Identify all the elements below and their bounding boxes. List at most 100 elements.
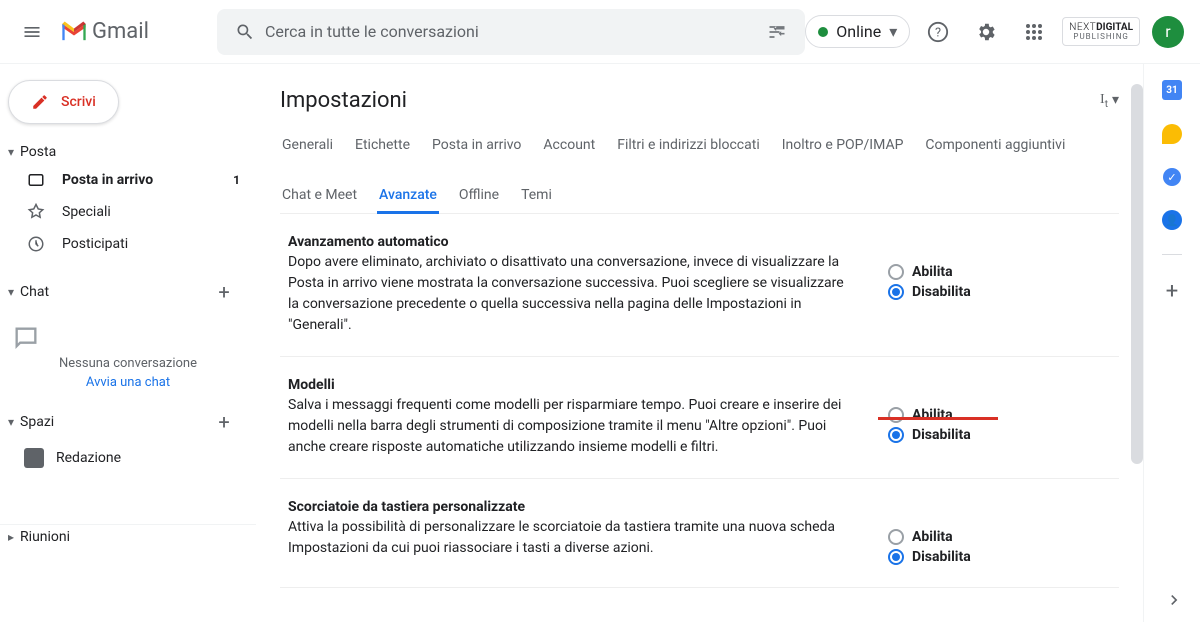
tasks-addon-button[interactable] (1163, 168, 1181, 186)
badge: 1 (233, 173, 240, 187)
nav-item-posticipati[interactable]: Posticipati (0, 228, 256, 260)
page-title: Impostazioni (280, 88, 407, 113)
tab-account[interactable]: Account (541, 129, 597, 161)
radio-icon (888, 549, 904, 565)
radio-icon (888, 427, 904, 443)
radio-enable[interactable]: Abilita (888, 262, 1068, 282)
radio-icon (888, 407, 904, 423)
setting-row: Scorciatoie da tastiera personalizzate A… (280, 479, 1119, 588)
radio-icon (888, 284, 904, 300)
input-tools-icon: It (1100, 92, 1108, 110)
search-bar[interactable] (217, 9, 805, 55)
hamburger-icon (22, 22, 42, 42)
radio-enable[interactable]: Abilita (888, 527, 1068, 547)
tab-temi[interactable]: Temi (519, 179, 554, 213)
apps-icon (1025, 23, 1043, 41)
mail-section-header[interactable]: ▾ Posta (0, 140, 256, 164)
search-options-button[interactable] (757, 22, 797, 42)
space-label: Redazione (56, 450, 121, 466)
status-selector[interactable]: Online ▾ (805, 15, 910, 48)
tab-posta-in-arrivo[interactable]: Posta in arrivo (430, 129, 523, 161)
radio-disable[interactable]: Disabilita (888, 547, 1068, 567)
chat-section-header[interactable]: ▾ Chat + (0, 272, 256, 312)
tab-etichette[interactable]: Etichette (353, 129, 412, 161)
setting-title: Modelli (288, 377, 848, 393)
apps-button[interactable] (1014, 12, 1054, 52)
setting-title: Avanzamento automatico (288, 234, 848, 250)
help-icon: ? (927, 21, 949, 43)
new-chat-button[interactable]: + (208, 276, 240, 308)
setting-options: Abilita Disabilita (888, 377, 1068, 458)
org-logo: NEXTDIGITAL PUBLISHING (1062, 17, 1140, 47)
settings-content: Impostazioni It ▾ Generali Etichette Posta… (256, 64, 1144, 622)
setting-row: Avanzamento automatico Dopo avere elimin… (280, 214, 1119, 357)
tab-filtri-e-indirizzi-bloccati[interactable]: Filtri e indirizzi bloccati (615, 129, 762, 161)
search-icon[interactable] (225, 22, 265, 42)
nav-item-posta-in-arrivo[interactable]: Posta in arrivo 1 (0, 164, 256, 196)
compose-button[interactable]: Scrivi (8, 80, 119, 124)
nav-label: Posticipati (62, 236, 128, 252)
chevron-right-icon (1164, 590, 1184, 610)
settings-button[interactable] (966, 12, 1006, 52)
app-header: Gmail Online ▾ ? NEXTDIGITAL (0, 0, 1200, 64)
account-avatar[interactable]: r (1152, 16, 1184, 48)
search-input[interactable] (265, 22, 757, 41)
collapse-sidepanel-button[interactable] (1164, 590, 1184, 610)
main-menu-button[interactable] (8, 8, 56, 56)
contacts-addon-button[interactable] (1162, 210, 1182, 230)
chat-bubble-icon (12, 324, 244, 352)
chat-empty-state: Nessuna conversazione Avvia una chat (0, 312, 256, 402)
tab-generali[interactable]: Generali (280, 129, 335, 161)
tab-avanzate[interactable]: Avanzate (377, 179, 439, 214)
start-chat-link[interactable]: Avvia una chat (86, 375, 170, 390)
nav-label: Speciali (62, 204, 111, 220)
svg-text:?: ? (935, 25, 941, 40)
calendar-addon-button[interactable] (1162, 80, 1182, 100)
setting-options: Abilita Disabilita (888, 499, 1068, 567)
space-item[interactable]: Redazione (0, 442, 256, 474)
caret-right-icon: ▸ (8, 530, 14, 544)
radio-disable[interactable]: Disabilita (888, 282, 1068, 302)
keep-addon-button[interactable] (1162, 124, 1182, 144)
get-addons-button[interactable]: + (1166, 279, 1178, 304)
status-label: Online (836, 22, 881, 41)
caret-down-icon: ▾ (8, 415, 14, 429)
status-dot-icon (818, 27, 828, 37)
radio-disable[interactable]: Disabilita (888, 425, 1068, 445)
gmail-logo[interactable]: Gmail (56, 19, 157, 44)
gmail-icon (60, 21, 88, 43)
caret-down-icon: ▾ (8, 285, 14, 299)
setting-title: Scorciatoie da tastiera personalizzate (288, 499, 848, 515)
pencil-icon (31, 93, 49, 111)
compose-label: Scrivi (61, 94, 96, 110)
support-button[interactable]: ? (918, 12, 958, 52)
new-space-button[interactable]: + (208, 406, 240, 438)
nav-item-speciali[interactable]: Speciali (0, 196, 256, 228)
radio-icon (888, 264, 904, 280)
space-avatar-icon (24, 448, 44, 468)
meet-section-header[interactable]: ▸ Riunioni (0, 524, 256, 549)
radio-enable[interactable]: Abilita (888, 405, 1068, 425)
highlight-annotation (878, 417, 998, 420)
input-tools-button[interactable]: It ▾ (1100, 92, 1119, 110)
nav-label: Posta in arrivo (62, 172, 153, 188)
nav-icon (26, 202, 46, 222)
chevron-down-icon: ▾ (1112, 92, 1119, 108)
radio-icon (888, 529, 904, 545)
scrollbar[interactable] (1131, 84, 1143, 464)
spaces-section-header[interactable]: ▾ Spazi + (0, 402, 256, 442)
left-sidebar: Scrivi ▾ Posta Posta in arrivo 1 Speciali P… (0, 64, 256, 622)
gear-icon (975, 21, 997, 43)
tune-icon (767, 22, 787, 42)
nav-icon (26, 234, 46, 254)
tab-inoltro-e-pop-imap[interactable]: Inoltro e POP/IMAP (780, 129, 906, 161)
caret-down-icon: ▾ (8, 145, 14, 159)
setting-row: Modelli Salva i messaggi frequenti come … (280, 357, 1119, 479)
setting-description: Attiva la possibilità di personalizzare … (288, 517, 848, 559)
setting-options: Abilita Disabilita (888, 234, 1068, 336)
tab-offline[interactable]: Offline (457, 179, 501, 213)
setting-description: Dopo avere eliminato, archiviato o disat… (288, 252, 848, 336)
settings-tabs: Generali Etichette Posta in arrivo Account F… (280, 129, 1119, 214)
tab-chat-e-meet[interactable]: Chat e Meet (280, 179, 359, 213)
tab-componenti-aggiuntivi[interactable]: Componenti aggiuntivi (923, 129, 1067, 161)
